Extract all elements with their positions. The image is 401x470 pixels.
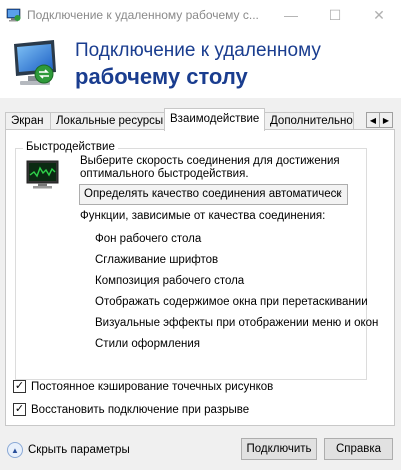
minimize-button[interactable]: — [269, 0, 313, 30]
bitmap-cache-checkbox[interactable]: ✓ [13, 380, 26, 393]
tab-display[interactable]: Экран [5, 112, 51, 130]
chevron-down-icon: ⌵ [334, 188, 342, 199]
close-button[interactable]: ✕ [357, 0, 401, 30]
tab-advanced[interactable]: Дополнительно [264, 112, 354, 130]
performance-monitor-icon [26, 160, 59, 189]
maximize-button[interactable]: ☐ [313, 0, 357, 30]
tab-local-resources[interactable]: Локальные ресурсы [50, 112, 165, 130]
header-banner: Подключение к удаленному рабочему столу [0, 30, 401, 98]
features-label: Функции, зависимые от качества соединени… [80, 210, 326, 222]
hide-options-toggle[interactable]: ▲ Скрыть параметры [7, 442, 130, 458]
experience-tab-panel: Быстродействие Выберите скорость соедине… [5, 129, 395, 426]
remote-desktop-icon [14, 40, 56, 85]
performance-description: Выберите скорость соединения для достиже… [80, 155, 340, 180]
title-bar: Подключение к удаленному рабочему с... —… [0, 0, 401, 30]
tab-scroll-left-button[interactable]: ◀ [366, 112, 380, 128]
connection-speed-value: Определять качество соединения автоматич… [84, 188, 342, 200]
tab-scroll-right-button[interactable]: ▶ [379, 112, 393, 128]
connect-button[interactable]: Подключить [241, 438, 317, 460]
feature-item: Отображать содержимое окна при перетаски… [95, 296, 368, 308]
bitmap-cache-label: Постоянное кэширование точечных рисунков [31, 380, 274, 393]
feature-item: Композиция рабочего стола [95, 275, 245, 287]
bitmap-cache-option[interactable]: ✓ Постоянное кэширование точечных рисунк… [13, 380, 273, 393]
feature-item: Визуальные эффекты при отображении меню … [95, 317, 379, 329]
reconnect-option[interactable]: ✓ Восстановить подключение при разрыве [13, 403, 249, 416]
feature-item: Фон рабочего стола [95, 233, 202, 245]
performance-group-label: Быстродействие [23, 141, 118, 153]
connection-speed-select[interactable]: Определять качество соединения автоматич… [79, 184, 348, 205]
hide-options-label: Скрыть параметры [28, 444, 130, 456]
chevron-up-icon: ▲ [7, 442, 23, 458]
tab-experience[interactable]: Взаимодействие [164, 108, 265, 131]
feature-item: Стили оформления [95, 338, 200, 350]
banner-title-line1: Подключение к удаленному [75, 40, 321, 61]
banner-title-line2: рабочему столу [75, 64, 248, 89]
reconnect-checkbox[interactable]: ✓ [13, 403, 26, 416]
remote-desktop-small-icon [6, 8, 21, 22]
window-title: Подключение к удаленному рабочему с... [27, 8, 259, 22]
help-button[interactable]: Справка [324, 438, 393, 460]
feature-item: Сглаживание шрифтов [95, 254, 219, 266]
tab-strip: Экран Локальные ресурсы Взаимодействие Д… [0, 108, 401, 131]
reconnect-label: Восстановить подключение при разрыве [31, 403, 250, 416]
